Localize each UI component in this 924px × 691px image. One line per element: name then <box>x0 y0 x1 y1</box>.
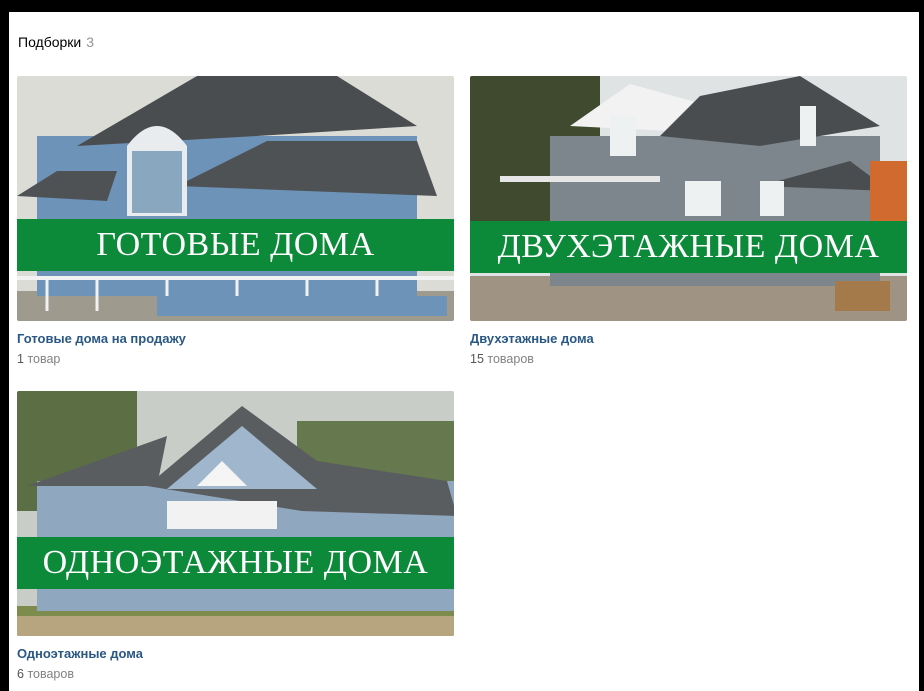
section-header: Подборки 3 <box>18 34 94 50</box>
section-count: 3 <box>86 34 95 50</box>
collection-card-two-story-houses[interactable]: ДВУХЭТАЖНЫЕ ДОМА Двухэтажные дома 15 тов… <box>470 76 907 366</box>
collection-item-count: 15 товаров <box>470 352 907 366</box>
collection-cover-image[interactable]: ОДНОЭТАЖНЫЕ ДОМА <box>17 391 454 636</box>
collection-card-one-story-houses[interactable]: ОДНОЭТАЖНЫЕ ДОМА Одноэтажные дома 6 това… <box>17 391 454 681</box>
collection-banner: ДВУХЭТАЖНЫЕ ДОМА <box>470 221 907 273</box>
collection-count-number: 6 <box>17 667 24 681</box>
collection-count-word: товаров <box>27 667 74 681</box>
collection-title-link[interactable]: Готовые дома на продажу <box>17 331 454 346</box>
collection-count-number: 1 <box>17 352 24 366</box>
house-photo-lightblue <box>17 391 454 636</box>
collection-item-count: 6 товаров <box>17 667 454 681</box>
house-photo-blue <box>17 76 454 321</box>
collection-count-word: товар <box>27 352 61 366</box>
section-title: Подборки <box>18 34 82 50</box>
collection-card-ready-houses[interactable]: ГОТОВЫЕ ДОМА Готовые дома на продажу 1 т… <box>17 76 454 366</box>
collection-title-link[interactable]: Одноэтажные дома <box>17 646 454 661</box>
house-photo-gray <box>470 76 907 321</box>
collection-banner: ГОТОВЫЕ ДОМА <box>17 219 454 271</box>
collection-count-number: 15 <box>470 352 484 366</box>
collection-cover-image[interactable]: ГОТОВЫЕ ДОМА <box>17 76 454 321</box>
collection-banner: ОДНОЭТАЖНЫЕ ДОМА <box>17 537 454 589</box>
collections-panel: Подборки 3 ГОТОВЫЕ ДОМА Готовые дома на … <box>9 12 919 691</box>
collection-item-count: 1 товар <box>17 352 454 366</box>
collection-cover-image[interactable]: ДВУХЭТАЖНЫЕ ДОМА <box>470 76 907 321</box>
collection-title-link[interactable]: Двухэтажные дома <box>470 331 907 346</box>
collection-count-word: товаров <box>487 352 534 366</box>
